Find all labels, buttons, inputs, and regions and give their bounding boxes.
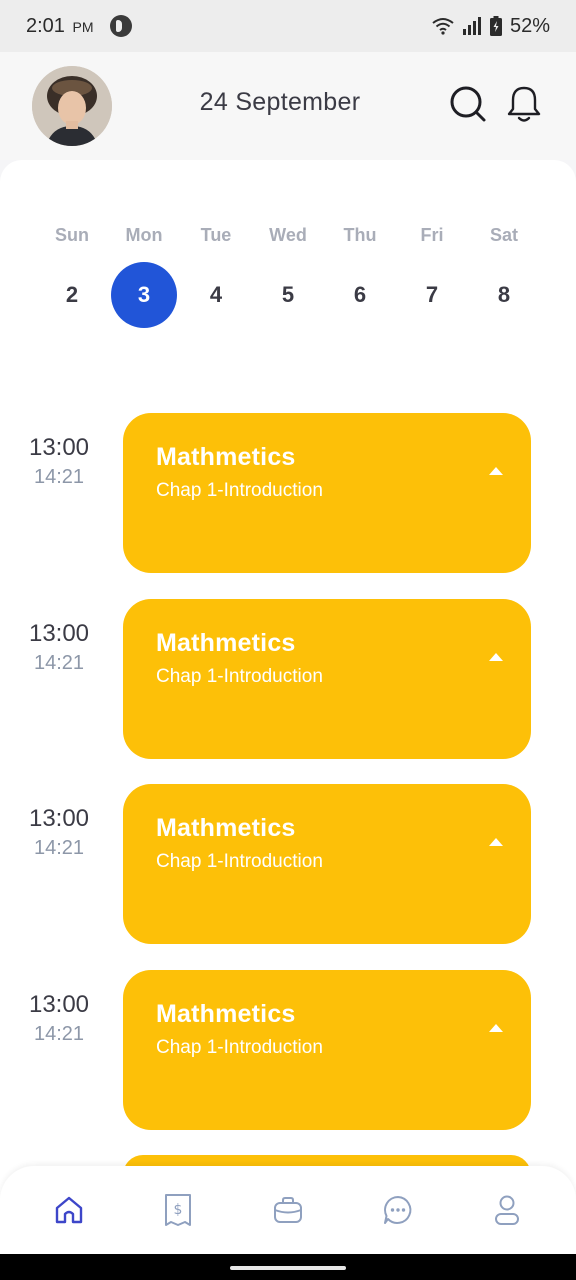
nav-home[interactable] — [39, 1180, 99, 1240]
time-start: 13:00 — [28, 805, 90, 832]
nav-messages[interactable] — [368, 1180, 428, 1240]
status-right: 52% — [432, 15, 550, 38]
schedule-row: 13:00 14:21 Mathmetics Chap 1-Introduction — [0, 784, 576, 944]
status-time-value: 2:01 — [26, 14, 65, 37]
system-gesture-bar — [0, 1254, 576, 1280]
bottom-nav: $ — [0, 1166, 576, 1254]
status-ampm: PM — [72, 18, 94, 35]
time-start: 13:00 — [28, 434, 90, 461]
lesson-subtitle: Chap 1-Introduction — [156, 480, 323, 501]
day-sun[interactable]: Sun 2 — [36, 222, 108, 328]
search-button[interactable] — [448, 84, 488, 124]
day-number[interactable]: 2 — [39, 262, 105, 328]
search-icon — [450, 86, 486, 122]
time-start: 13:00 — [28, 620, 90, 647]
status-bar: 2:01 PM 52% — [0, 0, 576, 52]
day-name: Sat — [489, 225, 518, 245]
app-notification-icon — [109, 15, 132, 37]
lesson-card[interactable]: Mathmetics Chap 1-Introduction — [123, 970, 531, 1130]
avatar-image — [32, 66, 112, 146]
time-range: 13:00 14:21 — [20, 619, 98, 677]
lesson-card[interactable]: Mathmetics Chap 1-Introduction — [123, 413, 531, 573]
lesson-title: Mathmetics — [156, 629, 296, 657]
day-tue[interactable]: Tue 4 — [180, 222, 252, 328]
signal-icon — [462, 17, 481, 35]
day-name: Thu — [343, 225, 377, 245]
day-number[interactable]: 3 — [111, 262, 177, 328]
lesson-card[interactable]: Mathmetics Chap 1-Introduction — [123, 784, 531, 944]
day-name: Fri — [420, 225, 444, 245]
chat-icon — [383, 1196, 411, 1224]
time-range: 13:00 14:21 — [20, 990, 98, 1048]
time-end: 14:21 — [33, 837, 85, 859]
day-name: Sun — [55, 225, 89, 245]
lesson-subtitle: Chap 1-Introduction — [156, 1037, 323, 1058]
page-title: 24 September — [199, 88, 361, 116]
notifications-button[interactable] — [504, 84, 544, 124]
day-number[interactable]: 7 — [399, 262, 465, 328]
main-content: Sun 2 Mon 3 Tue 4 Wed 5 Thu 6 Fri 7 Sat 8 13:00 14:21 M… — [0, 160, 576, 1280]
lesson-title: Mathmetics — [156, 443, 296, 471]
day-number[interactable]: 4 — [183, 262, 249, 328]
time-range: 13:00 14:21 — [20, 433, 98, 491]
avatar[interactable] — [32, 66, 112, 146]
day-name: Tue — [200, 225, 232, 245]
day-number[interactable]: 6 — [327, 262, 393, 328]
schedule-row: 13:00 14:21 Mathmetics Chap 1-Introduction — [0, 413, 576, 573]
schedule-row: 13:00 14:21 Mathmetics Chap 1-Introduction — [0, 599, 576, 759]
header: 24 September — [0, 52, 576, 160]
schedule-row: 13:00 14:21 Mathmetics Chap 1-Introduction — [0, 970, 576, 1130]
time-end: 14:21 — [33, 466, 85, 488]
time-end: 14:21 — [33, 1023, 85, 1045]
bell-icon — [507, 86, 541, 122]
battery-icon — [489, 16, 502, 36]
day-name: Mon — [125, 225, 163, 245]
profile-icon — [495, 1195, 520, 1225]
lesson-title: Mathmetics — [156, 814, 296, 842]
day-wed[interactable]: Wed 5 — [252, 222, 324, 328]
lesson-subtitle: Chap 1-Introduction — [156, 666, 323, 687]
nav-payments[interactable]: $ — [148, 1180, 208, 1240]
collapse-caret-icon[interactable] — [489, 838, 503, 846]
collapse-caret-icon[interactable] — [489, 467, 503, 475]
day-number[interactable]: 8 — [471, 262, 537, 328]
receipt-icon: $ — [165, 1194, 192, 1226]
briefcase-icon — [273, 1197, 302, 1223]
time-start: 13:00 — [28, 991, 90, 1018]
home-icon — [55, 1196, 82, 1224]
lesson-title: Mathmetics — [156, 1000, 296, 1028]
day-name: Wed — [269, 225, 307, 245]
lesson-subtitle: Chap 1-Introduction — [156, 851, 323, 872]
day-mon[interactable]: Mon 3 — [108, 222, 180, 328]
day-thu[interactable]: Thu 6 — [324, 222, 396, 328]
nav-profile[interactable] — [477, 1180, 537, 1240]
status-time: 2:01 PM — [26, 15, 94, 38]
collapse-caret-icon[interactable] — [489, 1024, 503, 1032]
wifi-icon — [432, 18, 454, 35]
day-sat[interactable]: Sat 8 — [468, 222, 540, 328]
status-left: 2:01 PM — [26, 15, 132, 38]
time-range: 13:00 14:21 — [20, 804, 98, 862]
nav-portfolio[interactable] — [258, 1180, 318, 1240]
day-fri[interactable]: Fri 7 — [396, 222, 468, 328]
day-number[interactable]: 5 — [255, 262, 321, 328]
gesture-handle[interactable] — [230, 1266, 346, 1270]
collapse-caret-icon[interactable] — [489, 653, 503, 661]
time-end: 14:21 — [33, 652, 85, 674]
lesson-card[interactable]: Mathmetics Chap 1-Introduction — [123, 599, 531, 759]
svg-text:$: $ — [174, 1202, 183, 1218]
week-strip: Sun 2 Mon 3 Tue 4 Wed 5 Thu 6 Fri 7 Sat 8 — [36, 222, 540, 328]
battery-percent: 52% — [509, 14, 550, 37]
